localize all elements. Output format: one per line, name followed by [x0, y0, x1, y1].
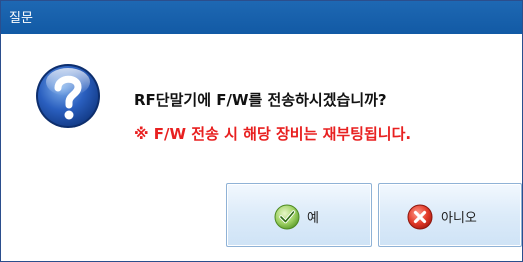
title-bar[interactable]: 질문 [1, 1, 522, 34]
question-dialog: 질문 RF단말기에 F/W를 전송하시겠습니까? ※ F/W 전송 시 해당 장… [0, 0, 523, 262]
confirm-message: RF단말기에 F/W를 전송하시겠습니까? [134, 91, 387, 109]
window-title: 질문 [9, 11, 33, 26]
no-button-label: 아니오 [441, 211, 477, 226]
question-icon [36, 64, 100, 128]
warning-message: ※ F/W 전송 시 해당 장비는 재부팅됩니다. [134, 125, 412, 143]
yes-button[interactable]: 예 [226, 183, 372, 247]
dialog-body: RF단말기에 F/W를 전송하시겠습니까? ※ F/W 전송 시 해당 장비는 … [1, 34, 522, 261]
checkmark-icon [274, 204, 300, 230]
cancel-x-icon [407, 204, 433, 230]
no-button[interactable]: 아니오 [378, 183, 522, 247]
yes-button-label: 예 [307, 211, 319, 226]
